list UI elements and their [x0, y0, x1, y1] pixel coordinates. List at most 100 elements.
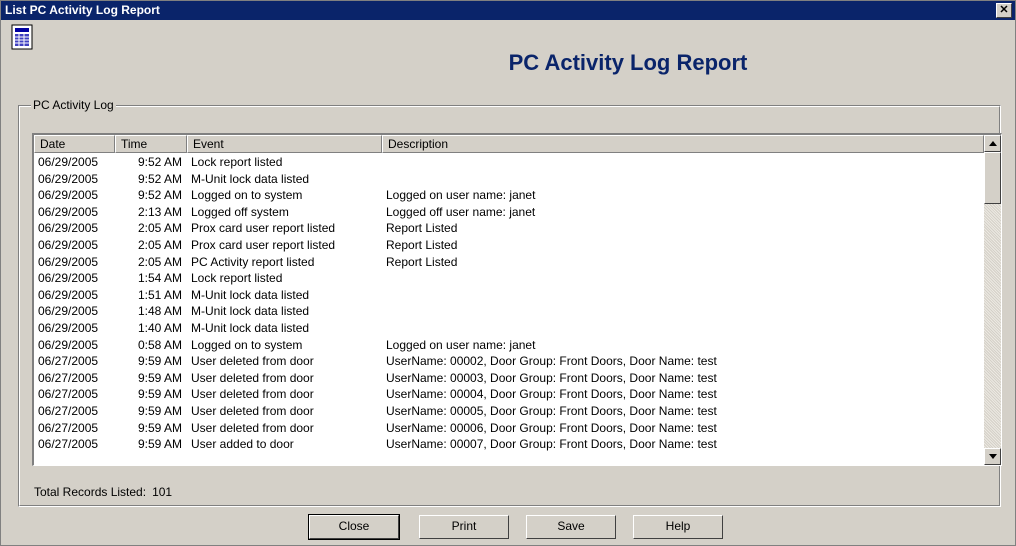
table-row[interactable]: 06/29/2005 9:52 AM Lock report listed [34, 154, 984, 171]
table-row[interactable]: 06/29/2005 1:48 AM M-Unit lock data listed [34, 303, 984, 320]
cell-description [386, 320, 976, 336]
close-button[interactable]: Close [308, 514, 400, 540]
cell-time: 9:59 AM [137, 387, 182, 402]
table-row[interactable]: 06/27/2005 9:59 AM User deleted from door U… [34, 420, 984, 437]
cell-date: 06/29/2005 [38, 271, 99, 286]
groupbox-label: PC Activity Log [31, 98, 116, 112]
table-row[interactable]: 06/29/2005 9:52 AM Logged on to system Logg… [34, 187, 984, 204]
column-header-event[interactable]: Event [187, 135, 382, 153]
table-row[interactable]: 06/29/2005 2:05 AM Prox card user report l… [34, 237, 984, 254]
column-header-description[interactable]: Description [382, 135, 984, 153]
table-row[interactable]: 06/27/2005 9:59 AM User deleted from door U… [34, 353, 984, 370]
cell-date: 06/29/2005 [38, 204, 99, 219]
cell-event: Logged on to system [191, 337, 303, 352]
window-close-icon[interactable]: ✕ [996, 3, 1012, 18]
cell-description: Report Listed [386, 221, 458, 236]
table-row[interactable]: 06/29/2005 2:13 AM Logged off system Logged… [34, 204, 984, 221]
cell-time: 9:52 AM [137, 171, 182, 186]
cell-time: 2:05 AM [137, 221, 182, 236]
cell-description [386, 287, 976, 303]
vertical-scrollbar[interactable] [984, 135, 1001, 465]
cell-time: 1:48 AM [137, 304, 182, 319]
column-header-date[interactable]: Date [34, 135, 115, 153]
cell-date: 06/29/2005 [38, 254, 99, 269]
title-bar[interactable]: List PC Activity Log Report ✕ [1, 1, 1015, 20]
cell-event: Lock report listed [191, 271, 283, 286]
cell-description: UserName: 00002, Door Group: Front Doors… [386, 354, 717, 369]
total-records-value: 101 [152, 485, 173, 499]
cell-event: PC Activity report listed [191, 254, 315, 269]
cell-time: 9:59 AM [137, 437, 182, 452]
cell-description: Logged on user name: janet [386, 188, 536, 203]
cell-event: M-Unit lock data listed [191, 304, 310, 319]
cell-date: 06/27/2005 [38, 354, 99, 369]
cell-date: 06/29/2005 [38, 155, 99, 169]
cell-event: Prox card user report listed [191, 237, 336, 252]
cell-description [386, 270, 976, 286]
cell-description [386, 171, 976, 187]
table-row[interactable]: 06/27/2005 9:59 AM User added to door UserN… [34, 436, 984, 453]
cell-event: User deleted from door [191, 403, 314, 418]
cell-time: 9:59 AM [137, 420, 182, 435]
cell-date: 06/29/2005 [38, 221, 99, 236]
cell-time: 1:51 AM [137, 287, 182, 302]
cell-date: 06/29/2005 [38, 171, 99, 186]
cell-description: Logged off user name: janet [386, 204, 536, 219]
table-row[interactable]: 06/29/2005 1:40 AM M-Unit lock data listed [34, 320, 984, 337]
cell-time: 9:59 AM [137, 403, 182, 418]
cell-time: 2:13 AM [137, 204, 182, 219]
cell-description: UserName: 00007, Door Group: Front Doors… [386, 437, 717, 452]
list-rows: 06/29/2005 9:52 AM Lock report listed 06/29… [34, 154, 984, 453]
table-row[interactable]: 06/29/2005 1:51 AM M-Unit lock data listed [34, 287, 984, 304]
total-records: Total Records Listed: 101 [34, 485, 172, 499]
cell-description: UserName: 00004, Door Group: Front Doors… [386, 387, 717, 402]
cell-event: User deleted from door [191, 420, 314, 435]
page-title: PC Activity Log Report [508, 50, 748, 75]
cell-date: 06/27/2005 [38, 403, 99, 418]
table-row[interactable]: 06/27/2005 9:59 AM User deleted from door U… [34, 370, 984, 387]
cell-description: UserName: 00003, Door Group: Front Doors… [386, 370, 717, 385]
cell-date: 06/29/2005 [38, 188, 99, 203]
table-row[interactable]: 06/29/2005 2:05 AM PC Activity report list… [34, 254, 984, 271]
cell-event: Prox card user report listed [191, 221, 336, 236]
cell-date: 06/27/2005 [38, 420, 99, 435]
cell-time: 0:58 AM [137, 337, 182, 352]
report-icon [11, 24, 33, 50]
scroll-thumb[interactable] [984, 152, 1001, 204]
table-row[interactable]: 06/29/2005 0:58 AM Logged on to system Logg… [34, 337, 984, 354]
cell-date: 06/29/2005 [38, 304, 99, 319]
column-header-time[interactable]: Time [115, 135, 187, 153]
cell-date: 06/29/2005 [38, 287, 99, 302]
cell-time: 9:52 AM [137, 188, 182, 203]
table-row[interactable]: 06/29/2005 9:52 AM M-Unit lock data listed [34, 171, 984, 188]
cell-time: 1:54 AM [137, 271, 182, 286]
table-row[interactable]: 06/27/2005 9:59 AM User deleted from door U… [34, 403, 984, 420]
cell-description [386, 303, 976, 319]
cell-event: User deleted from door [191, 370, 314, 385]
table-row[interactable]: 06/29/2005 2:05 AM Prox card user report l… [34, 220, 984, 237]
cell-event: Logged on to system [191, 188, 303, 203]
scroll-up-arrow-icon[interactable] [984, 135, 1001, 152]
cell-date: 06/27/2005 [38, 437, 99, 452]
print-button[interactable]: Print [419, 515, 509, 539]
help-button[interactable]: Help [633, 515, 723, 539]
cell-time: 1:40 AM [137, 320, 182, 335]
cell-date: 06/29/2005 [38, 320, 99, 335]
total-records-label: Total Records Listed: [34, 485, 147, 499]
cell-description: Report Listed [386, 237, 458, 252]
list-header: Date Time Event Description [34, 135, 984, 153]
cell-event: User deleted from door [191, 354, 314, 369]
report-window: List PC Activity Log Report ✕ PC Activit… [0, 0, 1016, 546]
activity-log-list[interactable]: Date Time Event Description 06/29/2005 9:… [32, 133, 1002, 466]
cell-time: 9:59 AM [137, 370, 182, 385]
table-row[interactable]: 06/27/2005 9:59 AM User deleted from door U… [34, 386, 984, 403]
cell-description: UserName: 00006, Door Group: Front Doors… [386, 420, 717, 435]
table-row[interactable]: 06/29/2005 1:54 AM Lock report listed [34, 270, 984, 287]
cell-event: M-Unit lock data listed [191, 320, 310, 335]
cell-time: 2:05 AM [137, 237, 182, 252]
cell-time: 2:05 AM [137, 254, 182, 269]
save-button[interactable]: Save [526, 515, 616, 539]
cell-description [386, 154, 976, 170]
scroll-down-arrow-icon[interactable] [984, 448, 1001, 465]
cell-time: 9:52 AM [137, 155, 182, 169]
